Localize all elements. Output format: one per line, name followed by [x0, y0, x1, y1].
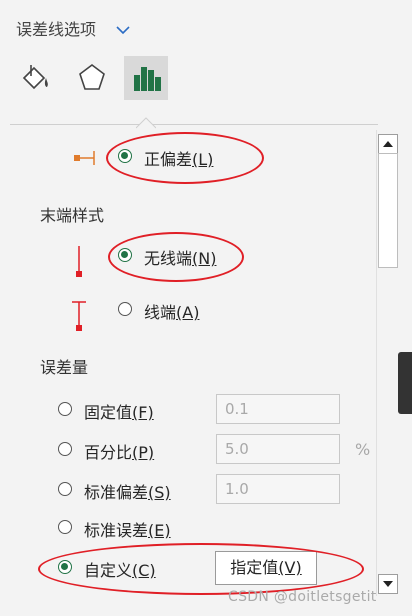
- end-style-heading: 末端样式: [40, 206, 105, 225]
- scrollbar-thumb[interactable]: [378, 153, 398, 268]
- divider: [10, 124, 378, 125]
- fixed-value-label[interactable]: 固定值(F): [84, 399, 154, 423]
- tab-fill-line[interactable]: [14, 56, 58, 100]
- paint-bucket-icon: [22, 65, 48, 90]
- cap-radio[interactable]: [118, 302, 132, 316]
- tab-error-bar-options[interactable]: [124, 56, 168, 100]
- plus-direction-label[interactable]: 正偏差(L): [144, 146, 213, 170]
- percentage-input[interactable]: 5.0: [216, 434, 340, 464]
- percent-unit: %: [355, 440, 371, 459]
- std-dev-input[interactable]: 1.0: [216, 474, 340, 504]
- side-panel-handle[interactable]: [398, 352, 412, 414]
- custom-label[interactable]: 自定义(C): [84, 557, 156, 581]
- pane-title: 误差线选项: [16, 20, 97, 39]
- no-cap-icon: [72, 244, 86, 284]
- cap-icon: [70, 298, 88, 340]
- std-dev-label[interactable]: 标准偏差(S): [84, 479, 171, 503]
- percentage-radio[interactable]: [58, 442, 72, 456]
- std-error-radio[interactable]: [58, 520, 72, 534]
- tab-effects[interactable]: [70, 56, 114, 100]
- error-amount-heading: 误差量: [40, 358, 89, 377]
- specify-value-button[interactable]: 指定值(V): [215, 551, 317, 585]
- watermark: CSDN @doitletsgetit: [228, 589, 377, 605]
- scroll-down-button[interactable]: [378, 574, 398, 594]
- plus-direction-radio[interactable]: [118, 149, 132, 163]
- percentage-label[interactable]: 百分比(P): [84, 439, 154, 463]
- std-error-label[interactable]: 标准误差(E): [84, 517, 171, 541]
- bar-chart-icon: [134, 67, 161, 91]
- fixed-value-radio[interactable]: [58, 402, 72, 416]
- cap-label[interactable]: 线端(A): [144, 299, 199, 323]
- no-cap-label[interactable]: 无线端(N): [144, 245, 216, 269]
- pentagon-icon: [79, 64, 105, 90]
- custom-radio[interactable]: [58, 560, 72, 574]
- tab-pointer: [135, 114, 157, 133]
- std-dev-radio[interactable]: [58, 482, 72, 496]
- fixed-value-input[interactable]: 0.1: [216, 394, 340, 424]
- plus-direction-icon: [74, 150, 98, 170]
- chevron-down-icon[interactable]: [116, 20, 130, 39]
- no-cap-radio[interactable]: [118, 248, 132, 262]
- scroll-up-button[interactable]: [378, 134, 398, 154]
